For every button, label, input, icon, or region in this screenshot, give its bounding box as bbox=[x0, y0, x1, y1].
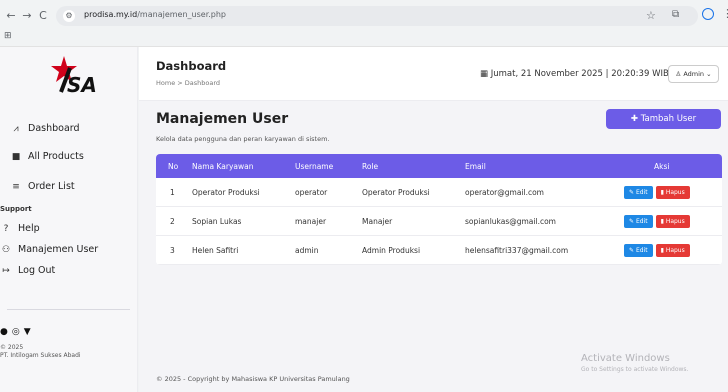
isa-logo: SA bbox=[51, 56, 97, 96]
sidebar-item-dashboard[interactable]: ⩘ Dashboard bbox=[10, 123, 79, 134]
table-row: 3 Helen Safitri admin Admin Produksi hel… bbox=[156, 236, 722, 265]
list-icon: ≡ bbox=[12, 182, 20, 192]
logout-icon: ↦ bbox=[2, 266, 10, 276]
users-icon: ⚇ bbox=[1, 245, 11, 255]
header-title: Dashboard bbox=[156, 59, 227, 73]
trash-icon: ▮ bbox=[660, 217, 664, 225]
bookmark-star-icon[interactable]: ☆ bbox=[646, 9, 656, 22]
sidebar-item-all-products[interactable]: ■ All Products bbox=[10, 151, 84, 162]
edit-button[interactable]: ✎ Edit bbox=[624, 214, 653, 228]
windows-activation-watermark: Activate Windows Go to Settings to activ… bbox=[581, 353, 689, 373]
col-header-no: No bbox=[168, 161, 179, 171]
sidebar-item-manajemen-user[interactable]: ⚇ Manajemen User bbox=[0, 244, 98, 255]
box-icon: ■ bbox=[11, 152, 21, 162]
col-header-aksi: Aksi bbox=[654, 161, 670, 171]
chevron-down-icon: ⌄ bbox=[706, 70, 712, 78]
browser-toolbar: ← → C ⚙ prodisa.my.id/manajemen_user.php… bbox=[0, 0, 728, 47]
trash-icon: ▮ bbox=[660, 246, 664, 254]
address-bar[interactable]: ⚙ prodisa.my.id/manajemen_user.php bbox=[56, 6, 698, 26]
admin-dropdown[interactable]: ♙ Admin ⌄ bbox=[668, 65, 719, 83]
sidebar-item-log-out[interactable]: ↦ Log Out bbox=[0, 265, 55, 276]
back-arrow-icon[interactable]: ← bbox=[4, 9, 18, 22]
pencil-icon: ✎ bbox=[629, 246, 635, 254]
col-header-username: Username bbox=[295, 161, 334, 171]
extensions-icon[interactable]: ⧉ bbox=[672, 9, 679, 20]
main-content: Dashboard Home > Dashboard ▦ Jumat, 21 N… bbox=[139, 47, 728, 392]
add-user-button[interactable]: ✚ Tambah User bbox=[606, 109, 721, 129]
edit-button[interactable]: ✎ Edit bbox=[624, 185, 653, 199]
pencil-icon: ✎ bbox=[629, 188, 635, 196]
row-actions: ✎ Edit ▮ Hapus bbox=[624, 207, 690, 235]
user-icon: ♙ bbox=[675, 70, 682, 78]
table-row: 2 Sopian Lukas manajer Manajer sopianluk… bbox=[156, 207, 722, 236]
sidebar: SA ⩘ Dashboard ■ All Products ≡ Order List … bbox=[0, 47, 138, 392]
delete-button[interactable]: ▮ Hapus bbox=[655, 243, 690, 257]
reload-icon[interactable]: C bbox=[36, 9, 50, 22]
forward-arrow-icon[interactable]: → bbox=[20, 9, 34, 22]
datetime: ▦ Jumat, 21 November 2025 | 20:20:39 WIB bbox=[480, 69, 669, 79]
user-table: No Nama Karyawan Username Role Email Aks… bbox=[156, 154, 722, 265]
user-plus-icon: ✚ bbox=[630, 114, 639, 124]
sidebar-item-order-list[interactable]: ≡ Order List bbox=[10, 181, 74, 192]
table-header: No Nama Karyawan Username Role Email Aks… bbox=[156, 154, 722, 178]
delete-button[interactable]: ▮ Hapus bbox=[655, 185, 690, 199]
chart-line-icon: ⩘ bbox=[13, 124, 19, 134]
trash-icon: ▮ bbox=[660, 188, 664, 196]
facebook-icon[interactable]: ● bbox=[0, 327, 8, 337]
menu-kebab-icon[interactable]: ⋮ bbox=[722, 7, 728, 20]
page-title: Manajemen User bbox=[156, 111, 289, 127]
profile-icon[interactable] bbox=[702, 8, 714, 20]
sidebar-item-help[interactable]: ? Help bbox=[0, 223, 40, 234]
row-actions: ✎ Edit ▮ Hapus bbox=[624, 178, 690, 206]
page-footer: © 2025 - Copyright by Mahasiswa KP Unive… bbox=[156, 375, 350, 383]
instagram-icon[interactable]: ◎ bbox=[12, 327, 20, 337]
help-circle-icon: ? bbox=[3, 224, 9, 234]
edit-button[interactable]: ✎ Edit bbox=[624, 243, 653, 257]
sidebar-copyright: © 2025 PT. Intilogam Sukses Abadi bbox=[0, 344, 81, 359]
col-header-nama: Nama Karyawan bbox=[192, 161, 254, 171]
social-links: ● ◎ ▼ bbox=[0, 327, 35, 337]
top-header: Dashboard Home > Dashboard ▦ Jumat, 21 N… bbox=[139, 47, 728, 101]
table-row: 1 Operator Produksi operator Operator Pr… bbox=[156, 178, 722, 207]
support-heading: Support bbox=[0, 205, 32, 213]
calendar-icon: ▦ bbox=[480, 69, 489, 79]
site-info-icon[interactable]: ⚙ bbox=[63, 10, 75, 22]
twitter-icon[interactable]: ▼ bbox=[24, 327, 31, 337]
pencil-icon: ✎ bbox=[629, 217, 635, 225]
delete-button[interactable]: ▮ Hapus bbox=[655, 214, 690, 228]
breadcrumb: Home > Dashboard bbox=[156, 79, 221, 87]
page-description: Kelola data pengguna dan peran karyawan … bbox=[156, 135, 330, 143]
col-header-email: Email bbox=[465, 161, 486, 171]
row-actions: ✎ Edit ▮ Hapus bbox=[624, 236, 690, 264]
sidebar-divider bbox=[7, 309, 130, 310]
apps-grid-icon[interactable]: ⊞ bbox=[4, 31, 12, 41]
col-header-role: Role bbox=[362, 161, 379, 171]
svg-text:SA: SA bbox=[67, 73, 97, 96]
url-text: prodisa.my.id/manajemen_user.php bbox=[84, 10, 227, 19]
